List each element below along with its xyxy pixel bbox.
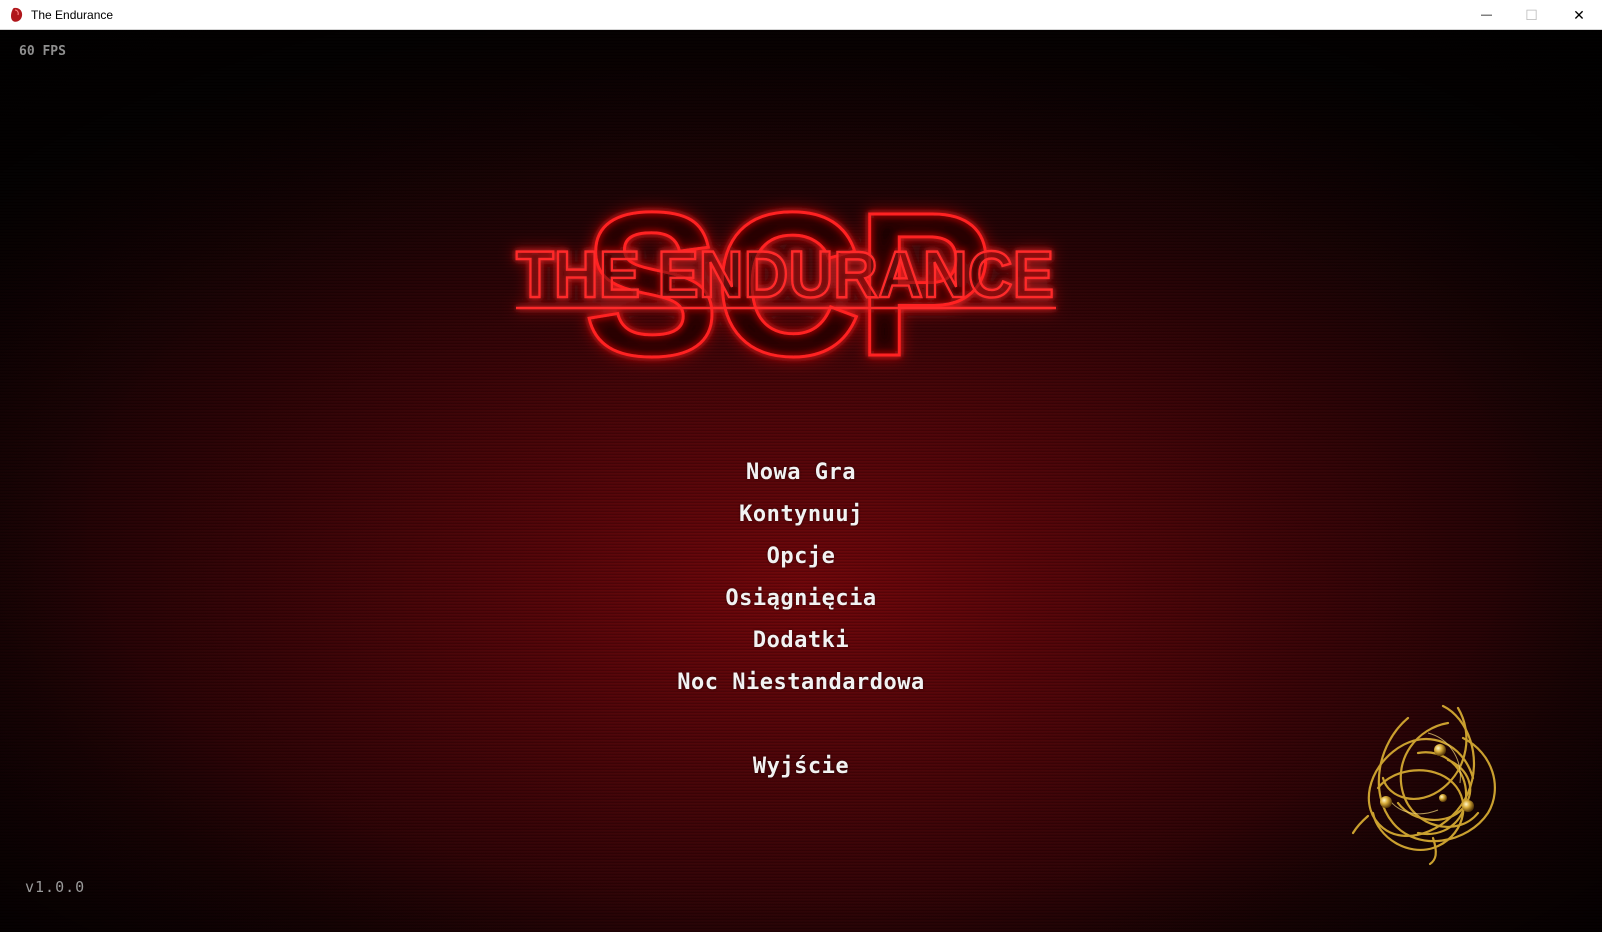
app-icon <box>11 7 23 22</box>
version-label: v1.0.0 <box>25 878 86 896</box>
game-logo: SCP THE ENDURANCE <box>500 160 1080 401</box>
window-title: The Endurance <box>31 8 114 22</box>
maximize-icon: ☐ <box>1525 6 1538 23</box>
menu-achievements[interactable]: Osiągnięcia <box>601 586 1001 611</box>
menu-custom-night[interactable]: Noc Niestandardowa <box>601 670 1001 695</box>
window-titlebar: The Endurance — ☐ ✕ <box>0 0 1602 30</box>
menu-continue[interactable]: Kontynuuj <box>601 502 1001 527</box>
menu-options[interactable]: Opcje <box>601 544 1001 569</box>
logo-subtitle-text: THE ENDURANCE <box>516 237 1054 311</box>
minimize-icon: — <box>1481 9 1492 21</box>
fps-counter: 60 FPS <box>19 44 66 59</box>
minimize-button[interactable]: — <box>1464 0 1509 30</box>
game-viewport: 60 FPS SCP THE ENDURANCE Nowa Gra Kontyn… <box>0 30 1602 932</box>
maximize-button[interactable]: ☐ <box>1509 0 1554 30</box>
gold-wire-ball-icon <box>1351 704 1496 866</box>
menu-exit[interactable]: Wyjście <box>601 754 1001 779</box>
close-icon: ✕ <box>1573 6 1585 23</box>
close-button[interactable]: ✕ <box>1556 0 1602 30</box>
menu-new-game[interactable]: Nowa Gra <box>601 460 1001 485</box>
menu-extras[interactable]: Dodatki <box>601 628 1001 653</box>
